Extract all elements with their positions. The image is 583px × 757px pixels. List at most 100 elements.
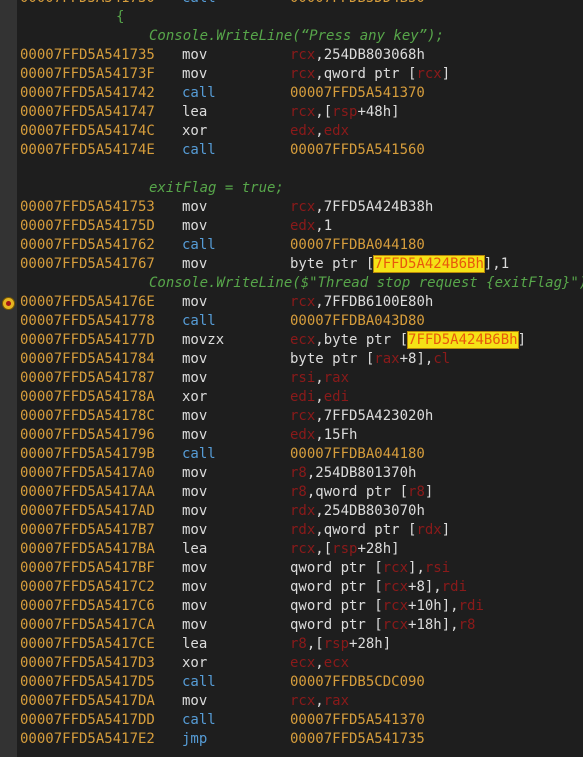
operand-text: ,15Fh: [315, 427, 358, 443]
asm-line[interactable]: 00007FFD5A5417CA mov qword ptr [rcx+18h],r…: [20, 616, 583, 635]
instruction-address: 00007FFD5A54178C: [20, 408, 155, 424]
asm-line[interactable]: 00007FFD5A54178A xor edi,edi: [20, 388, 583, 407]
register: r8: [290, 636, 307, 652]
source-line[interactable]: exitFlag = true;: [20, 179, 583, 198]
asm-line[interactable]: 00007FFD5A541796 mov edx,15Fh: [20, 426, 583, 445]
operands: rcx,7FFD5A423020h: [290, 407, 433, 426]
operands: edx,edx: [290, 122, 349, 141]
register: edi: [290, 389, 316, 405]
asm-line[interactable]: 00007FFD5A5417C6 mov qword ptr [rcx+10h],r…: [20, 597, 583, 616]
register: ecx: [290, 332, 316, 348]
register: edx: [290, 427, 316, 443]
mnemonic: call: [182, 712, 216, 728]
operand-text: qword ptr [: [290, 598, 383, 614]
mnemonic: xor: [182, 389, 208, 405]
asm-line[interactable]: 00007FFD5A541767 mov byte ptr [7FFD5A424B6…: [20, 255, 583, 274]
asm-line[interactable]: 00007FFD5A541747 lea rcx,[rsp+48h]: [20, 103, 583, 122]
mnemonic: call: [182, 0, 216, 8]
register: rcx: [290, 541, 316, 557]
asm-line[interactable]: 00007FFD5A5417BA lea rcx,[rsp+28h]: [20, 540, 583, 559]
breakpoint-hit-icon[interactable]: [2, 297, 15, 310]
blank-line[interactable]: [20, 160, 583, 179]
target-address: 00007FFDB5CDC090: [290, 674, 425, 690]
asm-line[interactable]: 00007FFD5A541778 call 00007FFDBA043D80: [20, 312, 583, 331]
mnemonic: lea: [182, 541, 208, 557]
asm-line[interactable]: 00007FFD5A5417AD mov rdx,254DB803070h: [20, 502, 583, 521]
operand-text: ,[: [306, 636, 324, 652]
mnemonic: mov: [182, 294, 208, 310]
mnemonic: call: [182, 142, 216, 158]
source-line[interactable]: {: [20, 8, 583, 27]
operand-text: ,: [315, 123, 324, 139]
register: rax: [323, 370, 350, 386]
operand-text: +28h]: [357, 541, 400, 557]
source-line[interactable]: Console.WriteLine(“Press any key”);: [20, 27, 583, 46]
register: rdx: [416, 522, 442, 538]
asm-line[interactable]: 00007FFD5A5417E2 jmp 00007FFD5A541735: [20, 730, 583, 749]
instruction-address: 00007FFD5A54176E: [20, 294, 155, 310]
asm-line[interactable]: 00007FFD5A541787 mov rsi,rax: [20, 369, 583, 388]
mnemonic: mov: [182, 484, 208, 500]
asm-line[interactable]: 00007FFD5A54174E call 00007FFD5A541560: [20, 141, 583, 160]
operand-text: ,254DB803070h: [315, 503, 425, 519]
instruction-address: 00007FFD5A5417D3: [20, 655, 155, 671]
mnemonic: mov: [182, 598, 208, 614]
highlighted-address: 7FFD5A424B6Bh: [407, 331, 519, 349]
instruction-address: 00007FFD5A541753: [20, 199, 155, 215]
asm-line[interactable]: 00007FFD5A5417DD call 00007FFD5A541370: [20, 711, 583, 730]
asm-line[interactable]: 00007FFD5A541730 call 00007FFDB5DD4B50: [20, 0, 583, 8]
operands: byte ptr [rax+8],cl: [290, 350, 450, 369]
asm-line[interactable]: 00007FFD5A54179B call 00007FFDBA044180: [20, 445, 583, 464]
breakpoint-gutter[interactable]: [0, 0, 17, 757]
asm-line[interactable]: 00007FFD5A541762 call 00007FFDBA044180: [20, 236, 583, 255]
register: rcx: [382, 617, 409, 633]
asm-line[interactable]: 00007FFD5A5417DA mov rcx,rax: [20, 692, 583, 711]
asm-line[interactable]: 00007FFD5A54174C xor edx,edx: [20, 122, 583, 141]
operands: ecx,byte ptr [7FFD5A424B6Bh]: [290, 331, 526, 350]
asm-line[interactable]: 00007FFD5A5417A0 mov r8,254DB801370h: [20, 464, 583, 483]
asm-line[interactable]: 00007FFD5A5417D3 xor ecx,ecx: [20, 654, 583, 673]
operand-text: +48h]: [357, 104, 400, 120]
operands: edi,edi: [290, 388, 349, 407]
operand-text: ,qword ptr [: [315, 522, 417, 538]
asm-line[interactable]: 00007FFD5A54175D mov edx,1: [20, 217, 583, 236]
operands: 00007FFD5A541370: [290, 711, 425, 730]
register: ecx: [290, 655, 316, 671]
source-line[interactable]: Console.WriteLine($"Thread stop request …: [20, 274, 583, 293]
asm-line[interactable]: 00007FFD5A541784 mov byte ptr [rax+8],cl: [20, 350, 583, 369]
register: r8: [458, 617, 476, 633]
register: rsp: [323, 636, 350, 652]
register: rdi: [441, 579, 468, 595]
asm-line[interactable]: 00007FFD5A54178C mov rcx,7FFD5A423020h: [20, 407, 583, 426]
asm-line[interactable]: 00007FFD5A5417D5 call 00007FFDB5CDC090: [20, 673, 583, 692]
operands: 00007FFDB5DD4B50: [290, 0, 425, 8]
target-address: 00007FFD5A541370: [290, 712, 425, 728]
asm-line[interactable]: 00007FFD5A541742 call 00007FFD5A541370: [20, 84, 583, 103]
instruction-address: 00007FFD5A54175D: [20, 218, 155, 234]
operand-text: ,: [315, 655, 324, 671]
asm-line[interactable]: 00007FFD5A54177D movzx ecx,byte ptr [7FFD5…: [20, 331, 583, 350]
asm-line[interactable]: 00007FFD5A5417B7 mov rdx,qword ptr [rdx]: [20, 521, 583, 540]
asm-line[interactable]: 00007FFD5A5417BF mov qword ptr [rcx],rsi: [20, 559, 583, 578]
asm-line[interactable]: 00007FFD5A541735 mov rcx,254DB803068h: [20, 46, 583, 65]
register: rcx: [290, 47, 316, 63]
operands: qword ptr [rcx+18h],r8: [290, 616, 475, 635]
asm-line[interactable]: 00007FFD5A541753 mov rcx,7FFD5A424B38h: [20, 198, 583, 217]
mnemonic: mov: [182, 617, 208, 633]
register: rcx: [290, 199, 316, 215]
instruction-address: 00007FFD5A5417CA: [20, 617, 155, 633]
highlighted-address: 7FFD5A424B6Bh: [373, 255, 485, 273]
instruction-address: 00007FFD5A5417C6: [20, 598, 155, 614]
operand-text: +8],: [408, 579, 442, 595]
mnemonic: mov: [182, 370, 208, 386]
asm-line[interactable]: 00007FFD5A54176E mov rcx,7FFDB6100E80h: [20, 293, 583, 312]
asm-line[interactable]: 00007FFD5A5417CE lea r8,[rsp+28h]: [20, 635, 583, 654]
target-address: 00007FFD5A541735: [290, 731, 425, 747]
asm-line[interactable]: 00007FFD5A5417C2 mov qword ptr [rcx+8],rdi: [20, 578, 583, 597]
operand-text: +10h],: [408, 598, 459, 614]
asm-line[interactable]: 00007FFD5A54173F mov rcx,qword ptr [rcx]: [20, 65, 583, 84]
operand-text: ],1: [483, 256, 510, 272]
asm-line[interactable]: 00007FFD5A5417AA mov r8,qword ptr [r8]: [20, 483, 583, 502]
register: r8: [408, 484, 425, 500]
mnemonic: mov: [182, 427, 208, 443]
